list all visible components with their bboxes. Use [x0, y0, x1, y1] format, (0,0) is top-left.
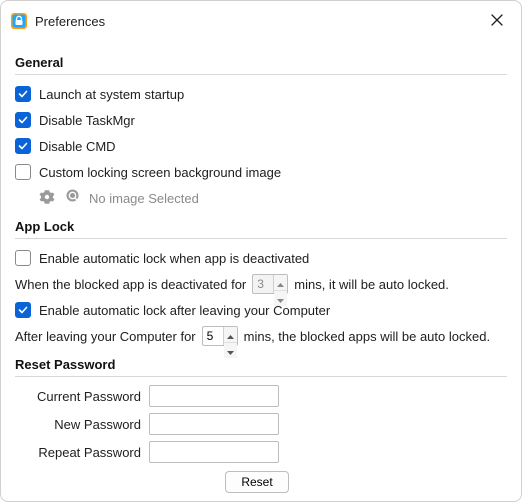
checkbox-custom-bg[interactable]: [15, 164, 31, 180]
label-current-password: Current Password: [15, 389, 143, 404]
titlebar: Preferences: [1, 1, 521, 41]
input-repeat-password[interactable]: [149, 441, 279, 463]
window-title: Preferences: [35, 14, 475, 29]
label-launch-startup: Launch at system startup: [39, 87, 184, 102]
no-image-text: No image Selected: [89, 191, 199, 206]
leave-minutes-input[interactable]: [203, 327, 223, 345]
deact-minutes-spinner: [252, 274, 288, 294]
deact-minutes-input: [253, 275, 273, 293]
section-heading-applock: App Lock: [15, 219, 507, 234]
chevron-up-icon: [277, 275, 284, 290]
gear-icon: [39, 189, 55, 208]
checkbox-auto-lock-leave[interactable]: [15, 302, 31, 318]
deact-spin-up: [274, 275, 287, 291]
preferences-window: Preferences General Launch at system sta…: [0, 0, 522, 502]
deact-suffix-text: mins, it will be auto locked.: [294, 277, 449, 292]
label-auto-lock-leave: Enable automatic lock after leaving your…: [39, 303, 330, 318]
checkbox-disable-cmd[interactable]: [15, 138, 31, 154]
content-area: General Launch at system startup Disable…: [1, 41, 521, 501]
leave-spin-down[interactable]: [224, 343, 237, 358]
checkbox-disable-taskmgr[interactable]: [15, 112, 31, 128]
label-disable-cmd: Disable CMD: [39, 139, 116, 154]
section-heading-general: General: [15, 55, 507, 70]
settings-bg-button[interactable]: [37, 188, 57, 208]
input-new-password[interactable]: [149, 413, 279, 435]
leave-suffix-text: mins, the blocked apps will be auto lock…: [244, 329, 490, 344]
close-button[interactable]: [483, 7, 511, 35]
divider: [15, 238, 507, 239]
magnifier-icon: [66, 189, 81, 207]
leave-spin-up[interactable]: [224, 327, 237, 343]
chevron-up-icon: [227, 327, 234, 342]
reset-button[interactable]: Reset: [225, 471, 289, 493]
divider: [15, 376, 507, 377]
close-icon: [491, 14, 503, 29]
deact-prefix-text: When the blocked app is deactivated for: [15, 277, 246, 292]
label-disable-taskmgr: Disable TaskMgr: [39, 113, 135, 128]
leave-prefix-text: After leaving your Computer for: [15, 329, 196, 344]
input-current-password[interactable]: [149, 385, 279, 407]
divider: [15, 74, 507, 75]
preview-bg-button[interactable]: [63, 188, 83, 208]
label-new-password: New Password: [15, 417, 143, 432]
leave-minutes-spinner[interactable]: [202, 326, 238, 346]
label-auto-lock-deactivated: Enable automatic lock when app is deacti…: [39, 251, 309, 266]
chevron-down-icon: [227, 343, 234, 358]
section-heading-reset: Reset Password: [15, 357, 507, 372]
app-lock-icon: [11, 13, 27, 29]
label-custom-bg: Custom locking screen background image: [39, 165, 281, 180]
label-repeat-password: Repeat Password: [15, 445, 143, 460]
checkbox-auto-lock-deactivated[interactable]: [15, 250, 31, 266]
checkbox-launch-startup[interactable]: [15, 86, 31, 102]
